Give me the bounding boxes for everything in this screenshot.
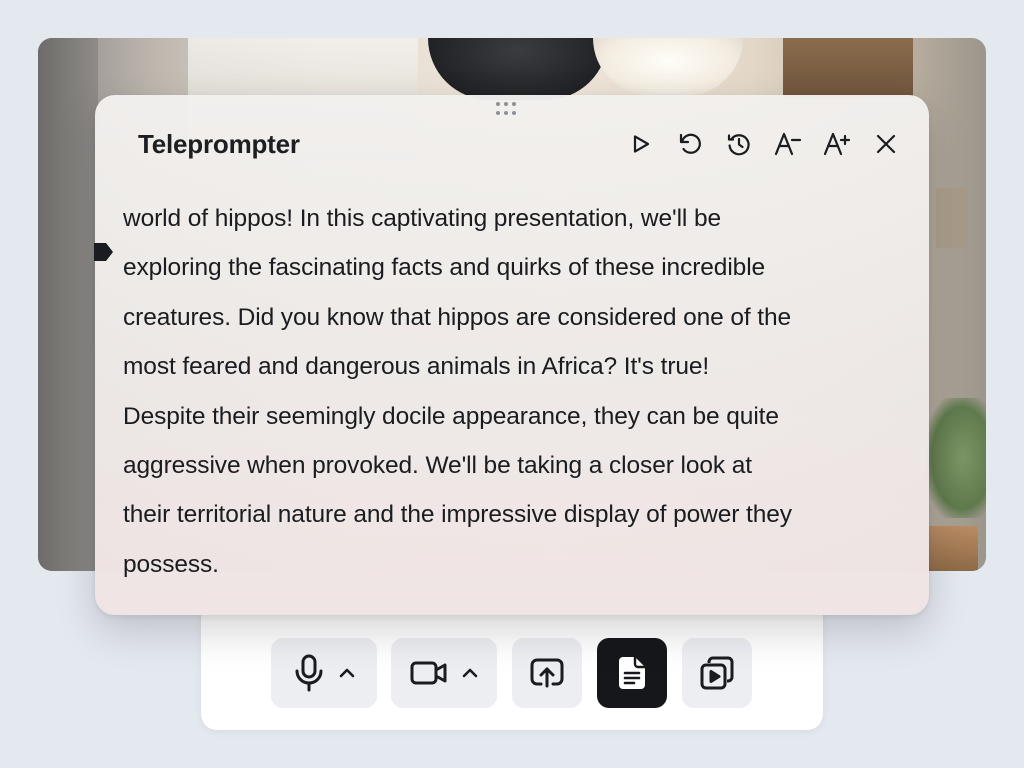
script-line: most feared and dangerous animals in Afr…	[123, 353, 710, 381]
video-background	[926, 398, 986, 518]
script-line: aggressive when provoked. We'll be takin…	[123, 452, 752, 480]
chevron-up-icon[interactable]	[339, 668, 355, 678]
speed-button[interactable]	[724, 129, 754, 159]
script-line: possess.	[123, 550, 219, 578]
restart-icon	[679, 133, 701, 154]
presenter-head	[428, 38, 608, 100]
teleprompter-button[interactable]	[597, 638, 667, 708]
close-button[interactable]	[871, 129, 901, 159]
chevron-up-icon[interactable]	[462, 668, 478, 678]
screen-share-button[interactable]	[512, 638, 582, 708]
script-line: exploring the fascinating facts and quir…	[123, 254, 766, 282]
increase-font-icon	[823, 132, 851, 156]
media-library-button[interactable]	[682, 638, 752, 708]
script-text: world of hippos! In this captivating pre…	[123, 194, 913, 589]
teleprompter-panel: Teleprompter world of hippos! In this ca…	[94, 95, 929, 615]
video-background	[936, 188, 966, 248]
script-line: Despite their seemingly docile appearanc…	[123, 402, 779, 430]
screen-share-icon	[530, 658, 564, 688]
pendant-lamp	[593, 38, 743, 96]
video-background	[928, 526, 978, 571]
decrease-font-icon	[774, 132, 802, 156]
script-line: world of hippos! In this captivating pre…	[123, 205, 722, 232]
document-icon	[619, 657, 645, 689]
drag-handle-icon[interactable]	[495, 102, 517, 116]
reading-position-marker-icon	[94, 243, 113, 261]
script-line: creatures. Did you know that hippos are …	[123, 303, 792, 331]
play-icon	[633, 135, 650, 153]
play-button[interactable]	[626, 129, 656, 159]
camera-icon	[410, 661, 447, 685]
media-library-icon	[700, 656, 734, 690]
clock-icon	[727, 134, 750, 156]
microphone-icon	[295, 654, 323, 692]
app-stage: Teleprompter world of hippos! In this ca…	[0, 0, 1024, 768]
panel-title: Teleprompter	[138, 129, 300, 159]
camera-button[interactable]	[391, 638, 497, 708]
video-background	[38, 38, 98, 571]
decrease-font-button[interactable]	[773, 129, 803, 159]
video-background	[783, 38, 913, 98]
teleprompter-controls	[607, 129, 901, 159]
close-icon	[876, 134, 896, 154]
recording-toolbar	[201, 596, 823, 730]
script-line: their territorial nature and the impress…	[123, 501, 792, 529]
microphone-button[interactable]	[271, 638, 377, 708]
restart-button[interactable]	[675, 129, 705, 159]
increase-font-button[interactable]	[822, 129, 852, 159]
